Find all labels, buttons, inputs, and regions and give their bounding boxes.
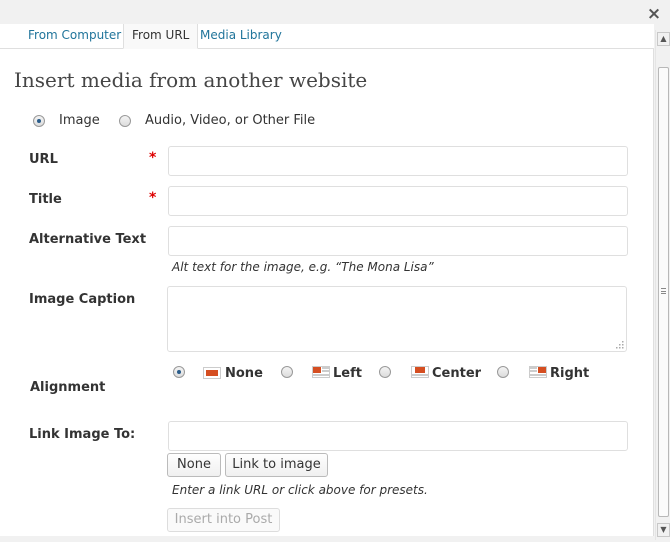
link-to-image-button[interactable]: Link to image [225, 453, 328, 477]
image-radio-label: Image [59, 113, 100, 128]
alignment-label: Alignment [30, 380, 106, 395]
align-none-radio[interactable] [173, 366, 185, 378]
align-left-radio[interactable] [281, 366, 293, 378]
scrollbar[interactable]: ▲ ▼ [655, 30, 670, 540]
grip-icon [661, 288, 666, 294]
scroll-thumb[interactable] [658, 67, 669, 517]
tab-from-computer[interactable]: From Computer [20, 24, 129, 49]
media-panel: From Computer From URL Media Library Ins… [0, 24, 654, 536]
insert-into-post-button[interactable]: Insert into Post [167, 508, 280, 532]
tab-bar: From Computer From URL Media Library [0, 24, 654, 49]
align-none-label: None [225, 366, 263, 381]
link-none-button[interactable]: None [167, 453, 221, 477]
link-url-input[interactable] [168, 421, 628, 451]
link-hint: Enter a link URL or click above for pres… [172, 483, 428, 497]
align-center-label: Center [432, 366, 482, 381]
tab-from-url[interactable]: From URL [123, 24, 199, 49]
image-radio[interactable] [33, 115, 45, 127]
align-left-icon [312, 366, 330, 378]
alt-text-input[interactable] [168, 226, 628, 256]
align-center-icon [411, 366, 429, 378]
title-label: Title [29, 192, 62, 207]
align-none-icon [203, 367, 221, 379]
align-right-icon [529, 366, 547, 378]
media-dialog: × From Computer From URL Media Library I… [0, 0, 670, 542]
align-right-radio[interactable] [497, 366, 509, 378]
alt-text-label: Alternative Text [29, 232, 147, 247]
scroll-down-icon[interactable]: ▼ [657, 523, 670, 537]
tab-media-library[interactable]: Media Library [192, 24, 290, 49]
audio-video-radio[interactable] [119, 115, 131, 127]
scroll-up-icon[interactable]: ▲ [657, 32, 670, 46]
alt-text-hint: Alt text for the image, e.g. “The Mona L… [172, 260, 434, 274]
url-input[interactable] [168, 146, 628, 176]
close-icon[interactable]: × [646, 6, 662, 23]
resize-grip-icon[interactable] [614, 339, 624, 349]
link-label: Link Image To: [29, 427, 136, 442]
required-mark: * [149, 150, 157, 166]
caption-textarea[interactable] [167, 286, 627, 352]
audio-video-radio-label: Audio, Video, or Other File [145, 113, 316, 128]
title-input[interactable] [168, 186, 628, 216]
url-label: URL [29, 152, 58, 167]
caption-label: Image Caption [29, 292, 136, 307]
align-left-label: Left [333, 366, 362, 381]
align-right-label: Right [550, 366, 590, 381]
align-center-radio[interactable] [379, 366, 391, 378]
page-title: Insert media from another website [14, 68, 368, 92]
required-mark: * [149, 190, 157, 206]
